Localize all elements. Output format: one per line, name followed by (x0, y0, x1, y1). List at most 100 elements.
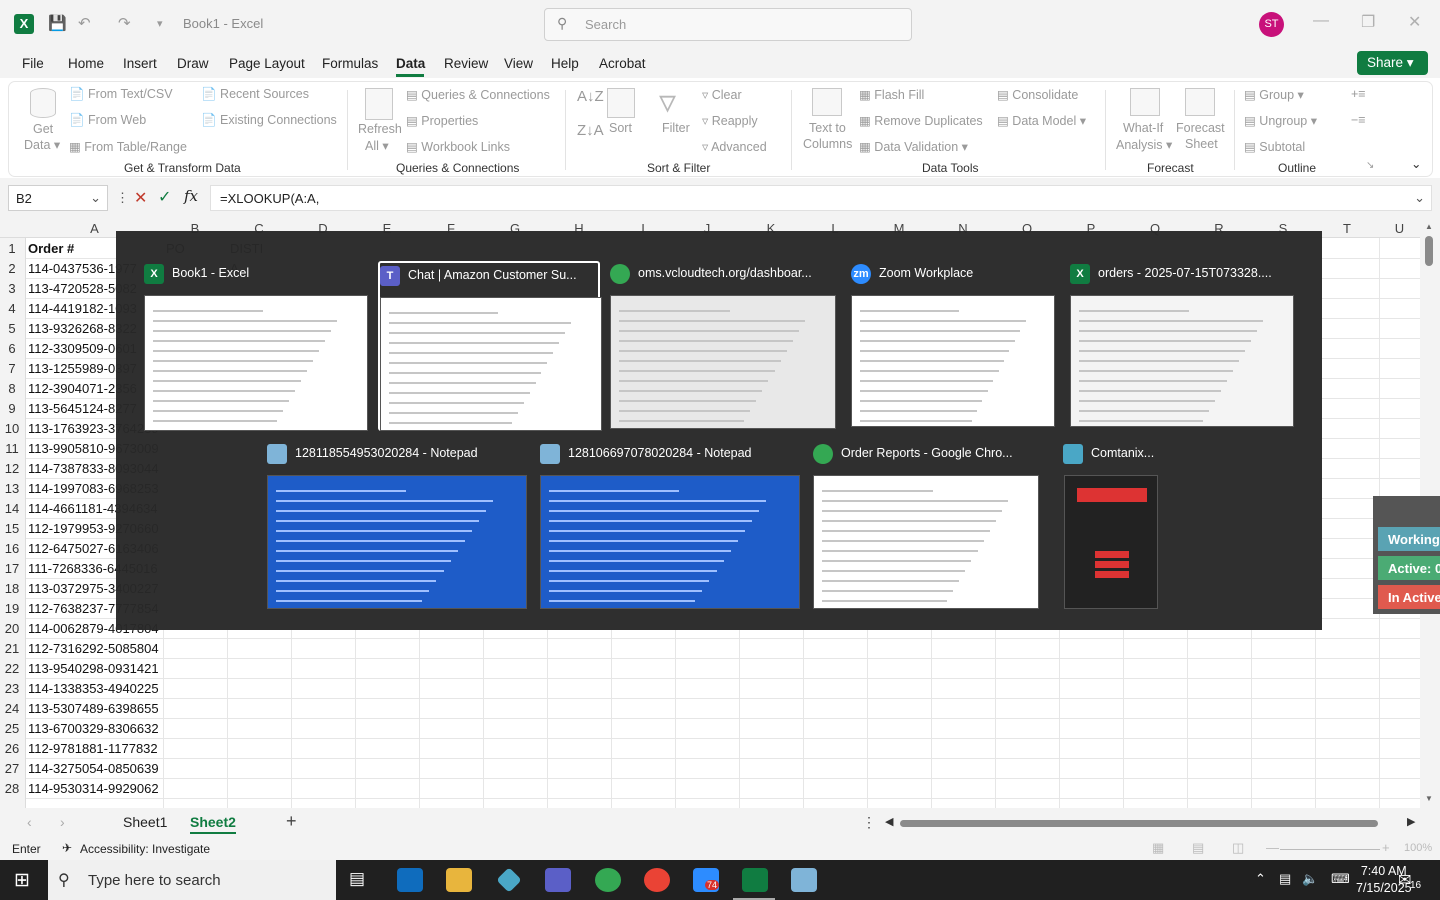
cancel-icon[interactable]: ✕ (134, 188, 147, 208)
order-cell[interactable]: 113-6700329-8306632 (28, 721, 159, 736)
order-header-cell[interactable]: Order # (28, 241, 74, 256)
save-icon[interactable]: 💾 (48, 14, 67, 32)
tab-data[interactable]: Data (396, 56, 425, 71)
tab-page-layout[interactable]: Page Layout (229, 56, 305, 71)
row-header[interactable]: 21 (0, 641, 24, 656)
tab-help[interactable]: Help (551, 56, 579, 71)
customize-toolbar-icon[interactable]: ▾ (157, 17, 163, 30)
row-header[interactable]: 26 (0, 741, 24, 756)
switcher-window[interactable]: Xorders - 2025-07-15T073328.... (1070, 261, 1294, 429)
zoom-out-icon[interactable]: — (1266, 840, 1279, 855)
existing-connections-button[interactable]: 📄 Existing Connections (201, 113, 337, 128)
text-to-columns-button[interactable]: Text to (809, 121, 846, 135)
group-button[interactable]: ▤ Group ▾ (1244, 87, 1304, 102)
row-header[interactable]: 4 (0, 301, 24, 316)
prev-sheet-icon[interactable]: ‹ (27, 814, 32, 830)
row-header[interactable]: 6 (0, 341, 24, 356)
filter-button[interactable]: Filter (662, 121, 690, 135)
row-header[interactable]: 15 (0, 521, 24, 536)
sort-button[interactable]: Sort (609, 121, 632, 135)
tray-expand-icon[interactable]: ⌃ (1255, 871, 1266, 887)
more-icon[interactable]: ⋮ (862, 814, 876, 831)
minimize-icon[interactable]: — (1313, 12, 1329, 30)
horizontal-scroll-thumb[interactable] (900, 820, 1378, 827)
working-badge[interactable]: Working (1378, 527, 1440, 551)
page-layout-view-icon[interactable]: ▤ (1192, 840, 1204, 856)
page-break-view-icon[interactable]: ◫ (1232, 840, 1244, 856)
scroll-up-icon[interactable]: ▲ (1425, 222, 1433, 231)
order-cell[interactable]: 114-3275054-0850639 (28, 761, 159, 776)
insert-function-icon[interactable]: fx (184, 187, 198, 205)
outlook-icon[interactable] (397, 868, 423, 892)
row-header[interactable]: 3 (0, 281, 24, 296)
row-header[interactable]: 2 (0, 261, 24, 276)
sort-za-icon[interactable]: Z↓A (577, 122, 604, 139)
vertical-scroll-thumb[interactable] (1425, 236, 1433, 266)
row-header[interactable]: 12 (0, 461, 24, 476)
advanced-button[interactable]: ▿ Advanced (702, 139, 767, 154)
what-if-button[interactable]: What-If (1123, 121, 1163, 135)
from-text-csv-button[interactable]: 📄 From Text/CSV (69, 87, 173, 102)
collapse-ribbon-icon[interactable]: ⌄ (1411, 156, 1421, 171)
taskbar-search[interactable]: ⚲ Type here to search (48, 860, 336, 900)
chrome-profile-icon[interactable] (644, 868, 670, 892)
search-box[interactable]: ⚲ Search (544, 8, 912, 41)
get-data-button-label[interactable]: Data ▾ (24, 137, 60, 152)
refresh-all-button[interactable]: Refresh (358, 122, 402, 136)
row-header[interactable]: 9 (0, 401, 24, 416)
recent-sources-button[interactable]: 📄 Recent Sources (201, 87, 309, 102)
row-header[interactable]: 1 (0, 241, 24, 256)
row-header[interactable]: 25 (0, 721, 24, 736)
subtotal-button[interactable]: ▤ Subtotal (1244, 139, 1305, 154)
switcher-window[interactable]: 128118554953020284 - Notepad (267, 441, 527, 611)
task-view-icon[interactable]: ▤ (349, 869, 365, 889)
next-sheet-icon[interactable]: › (60, 814, 65, 830)
consolidate-button[interactable]: ▤ Consolidate (997, 87, 1078, 102)
formula-input[interactable]: =XLOOKUP(A:A, ⌄ (210, 185, 1432, 211)
accessibility-status[interactable]: Accessibility: Investigate (80, 842, 210, 856)
forecast-sheet-button-label[interactable]: Sheet (1185, 137, 1218, 151)
order-cell[interactable]: 113-9540298-0931421 (28, 661, 159, 676)
sheet-tab-sheet1[interactable]: Sheet1 (123, 814, 167, 830)
show-detail-icon[interactable]: +≡ (1351, 87, 1366, 101)
switcher-window[interactable]: Comtanix... (1063, 441, 1159, 611)
sheet-tab-sheet2[interactable]: Sheet2 (190, 814, 236, 834)
column-header[interactable]: U (1379, 221, 1420, 236)
scroll-right-icon[interactable]: ▶ (1407, 815, 1415, 828)
row-header[interactable]: 22 (0, 661, 24, 676)
name-box[interactable]: B2 ⌄ (8, 185, 108, 211)
row-header[interactable]: 10 (0, 421, 24, 436)
sort-az-icon[interactable]: A↓Z (577, 88, 604, 105)
share-button[interactable]: Share ▾ (1357, 51, 1428, 75)
row-header[interactable]: 14 (0, 501, 24, 516)
excel-icon[interactable] (742, 868, 768, 892)
properties-button[interactable]: ▤ Properties (406, 113, 478, 128)
tab-acrobat[interactable]: Acrobat (599, 56, 646, 71)
zoom-slider[interactable] (1280, 849, 1380, 850)
queries-connections-button[interactable]: ▤ Queries & Connections (406, 87, 550, 102)
avatar[interactable]: ST (1259, 12, 1284, 37)
close-icon[interactable]: ✕ (1408, 12, 1421, 32)
row-header[interactable]: 20 (0, 621, 24, 636)
order-cell[interactable]: 112-9781881-1177832 (28, 741, 158, 756)
row-header[interactable]: 24 (0, 701, 24, 716)
row-header[interactable]: 16 (0, 541, 24, 556)
normal-view-icon[interactable]: ▦ (1152, 840, 1164, 856)
more-icon[interactable]: ⋮ (116, 190, 129, 206)
row-header[interactable]: 7 (0, 361, 24, 376)
tab-insert[interactable]: Insert (123, 56, 157, 71)
tab-draw[interactable]: Draw (177, 56, 209, 71)
enter-icon[interactable]: ✓ (158, 187, 171, 207)
data-validation-button[interactable]: ▦ Data Validation ▾ (859, 139, 968, 154)
row-header[interactable]: 17 (0, 561, 24, 576)
file-explorer-icon[interactable] (446, 868, 472, 892)
row-header[interactable]: 13 (0, 481, 24, 496)
windows-start-icon[interactable]: ⊞ (14, 869, 30, 892)
forecast-sheet-button[interactable]: Forecast (1176, 121, 1225, 135)
chrome-icon[interactable] (595, 868, 621, 892)
hide-detail-icon[interactable]: −≡ (1351, 113, 1366, 127)
tab-review[interactable]: Review (444, 56, 488, 71)
maximize-icon[interactable]: ❐ (1361, 12, 1375, 32)
language-icon[interactable]: ⌨ (1331, 871, 1350, 887)
redo-icon[interactable]: ↷ (118, 14, 131, 32)
